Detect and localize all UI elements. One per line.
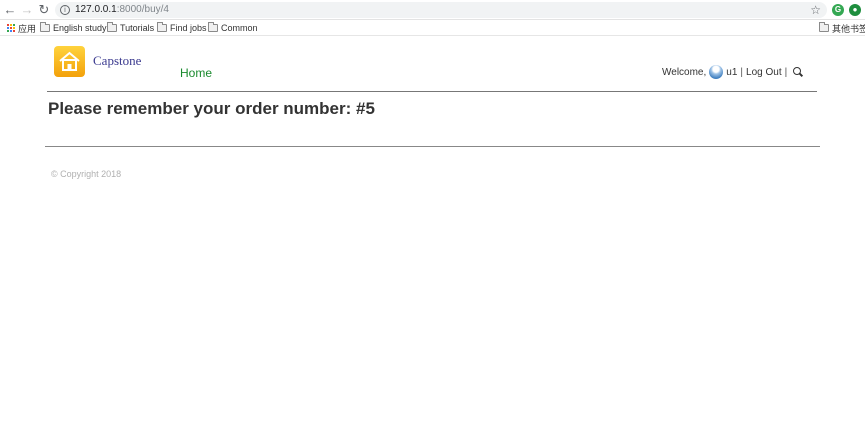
bookmark-label: Tutorials [120, 23, 155, 33]
bookmark-apps-label: 应用 [18, 23, 37, 34]
bookmark-label: Find jobs [170, 23, 207, 33]
info-icon[interactable]: i [60, 5, 70, 15]
user-bar: Welcome, u1 | Log Out | [662, 64, 803, 80]
bookmark-english-study[interactable]: English study [40, 21, 107, 35]
extension-icon[interactable]: ● [849, 4, 861, 16]
username[interactable]: u1 [726, 67, 737, 78]
footer-divider [45, 146, 820, 147]
welcome-text: Welcome, [662, 66, 707, 78]
site-logo[interactable] [54, 46, 85, 77]
bookmark-common[interactable]: Common [208, 21, 258, 35]
forward-arrow-icon[interactable]: → [20, 3, 34, 17]
bookmark-find-jobs[interactable]: Find jobs [157, 21, 207, 35]
url-text: 127.0.0.1:8000/buy/4 [75, 3, 169, 17]
bookmark-apps[interactable]: 应用 [7, 21, 36, 35]
header-divider [47, 91, 817, 92]
address-bar[interactable]: i 127.0.0.1:8000/buy/4 ☆ [55, 2, 827, 18]
bookmark-star-icon[interactable]: ☆ [810, 2, 821, 18]
folder-icon [107, 22, 117, 32]
url-path: :8000/buy/4 [116, 4, 169, 15]
apps-grid-icon [7, 24, 15, 32]
folder-icon [208, 22, 218, 32]
copyright-text: © Copyright 2018 [51, 169, 122, 179]
folder-icon [157, 22, 167, 32]
house-icon [59, 51, 80, 71]
avatar[interactable] [709, 65, 724, 79]
reload-icon[interactable]: ↻ [37, 3, 51, 17]
bookmark-tutorials[interactable]: Tutorials [107, 21, 154, 35]
page-title: Please remember your order number: #5 [48, 99, 375, 118]
separator: | [740, 66, 744, 78]
bookmark-label: English study [53, 23, 107, 33]
folder-icon [40, 22, 50, 32]
bookmarks-bar: 应用 English study Tutorials Find jobs Com… [0, 20, 865, 36]
back-arrow-icon[interactable]: ← [3, 3, 17, 17]
grammarly-extension-icon[interactable]: G [832, 4, 844, 16]
search-icon[interactable] [793, 67, 803, 77]
bookmark-label: 其他书签 [832, 23, 865, 34]
folder-icon [819, 22, 829, 32]
logout-link[interactable]: Log Out [746, 67, 782, 78]
browser-toolbar: ← → ↻ i 127.0.0.1:8000/buy/4 ☆ G ● [0, 0, 865, 20]
bookmark-label: Common [221, 23, 258, 33]
bookmark-other[interactable]: 其他书签 [819, 21, 865, 35]
nav-home-link[interactable]: Home [180, 66, 212, 80]
url-host: 127.0.0.1 [75, 4, 117, 15]
brand-name[interactable]: Capstone [93, 53, 141, 69]
separator: | [784, 66, 788, 78]
